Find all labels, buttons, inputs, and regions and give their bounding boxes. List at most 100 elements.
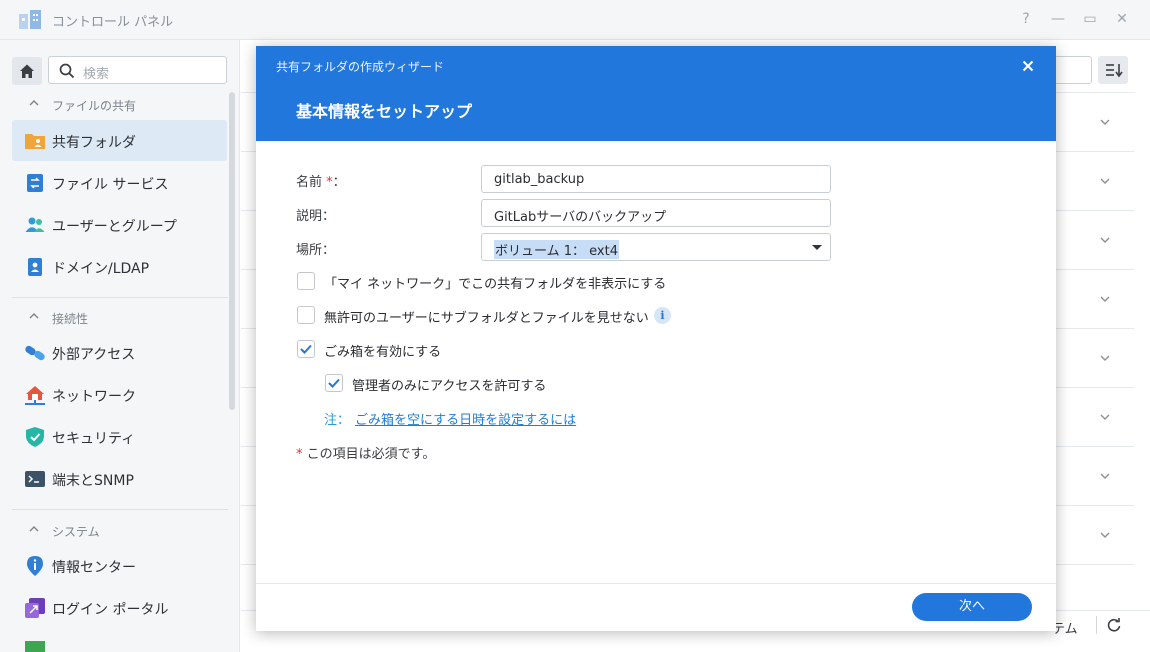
sidebar-divider xyxy=(12,297,228,298)
checkmark-icon xyxy=(300,344,312,354)
shared-folder-icon xyxy=(25,134,45,149)
description-field-value: GitLabサーバのバックアップ xyxy=(494,210,667,225)
section-label: ファイルの共有 xyxy=(52,99,137,113)
sidebar-item-terminal-snmp[interactable]: 端末とSNMP xyxy=(12,458,227,499)
sidebar-item-label: ネットワーク xyxy=(52,389,136,405)
info-icon[interactable]: i xyxy=(654,307,671,324)
required-note: * この項目は必須です。 xyxy=(296,443,435,462)
sidebar-item-label: ファイル サービス xyxy=(52,177,169,193)
home-icon xyxy=(20,64,34,78)
window-titlebar: コントロール パネル ? — ▭ ✕ xyxy=(0,0,1150,40)
admin-only-access-label: 管理者のみにアクセスを許可する xyxy=(352,379,547,394)
sidebar-item-label: ドメイン/LDAP xyxy=(52,261,150,277)
search-icon xyxy=(59,63,75,79)
hide-in-network-checkbox[interactable] xyxy=(297,272,315,290)
location-select-value: ボリューム 1： ext4 xyxy=(494,240,619,259)
maximize-icon[interactable]: ▭ xyxy=(1082,11,1098,27)
background-filter-input[interactable] xyxy=(1050,56,1092,84)
sidebar-item-security[interactable]: セキュリティ xyxy=(12,416,227,457)
sort-icon xyxy=(1106,64,1123,78)
terminal-icon xyxy=(25,471,45,487)
sidebar-item-label: 外部アクセス xyxy=(52,347,136,363)
chevron-up-icon xyxy=(29,100,39,106)
name-label-text: 名前 xyxy=(296,175,323,190)
required-mark: * xyxy=(296,447,303,462)
dropdown-caret-icon xyxy=(812,245,822,250)
login-portal-icon xyxy=(25,598,45,618)
location-select[interactable]: ボリューム 1： ext4 xyxy=(481,233,831,261)
section-label: 接続性 xyxy=(52,312,89,326)
help-icon[interactable]: ? xyxy=(1018,11,1034,27)
next-button[interactable]: 次へ xyxy=(912,593,1032,621)
search-placeholder: 検索 xyxy=(83,67,110,82)
checkmark-icon xyxy=(328,378,340,388)
partial-item-icon xyxy=(25,641,45,652)
sidebar-item-label: 情報センター xyxy=(52,560,136,576)
note-prefix: 注： xyxy=(324,413,351,428)
home-button[interactable] xyxy=(12,57,42,85)
sidebar-item-label: 端末とSNMP xyxy=(52,473,134,489)
wizard-step-title: 基本情報をセットアップ xyxy=(296,102,473,121)
sidebar-item-users-groups[interactable]: ユーザーとグループ xyxy=(12,204,227,245)
wizard-header: 共有フォルダの作成ウィザード 基本情報をセットアップ xyxy=(256,46,1056,141)
network-icon xyxy=(25,386,45,405)
sidebar-item-external-access[interactable]: 外部アクセス xyxy=(12,332,227,373)
hide-in-network-label: 「マイ ネットワーク」でこの共有フォルダを非表示にする xyxy=(324,277,667,292)
create-shared-folder-wizard: 共有フォルダの作成ウィザード 基本情報をセットアップ 名前 *： gitlab_… xyxy=(256,46,1056,631)
enable-recycle-bin-label: ごみ箱を有効にする xyxy=(324,345,442,360)
name-field-value: gitlab_backup xyxy=(494,172,585,187)
minimize-icon[interactable]: — xyxy=(1050,11,1066,27)
sort-button[interactable] xyxy=(1098,56,1128,84)
section-label: システム xyxy=(52,525,100,539)
users-groups-icon xyxy=(25,217,45,232)
sidebar-divider xyxy=(12,509,228,510)
sidebar-item-network[interactable]: ネットワーク xyxy=(12,374,227,415)
section-header-file-sharing[interactable]: ファイルの共有 xyxy=(12,94,228,116)
name-label: 名前 *： xyxy=(296,171,346,190)
name-label-colon: ： xyxy=(332,175,346,190)
required-note-text: この項目は必須です。 xyxy=(306,447,436,462)
sidebar-item-info-center[interactable]: 情報センター xyxy=(12,545,227,586)
description-label: 説明： xyxy=(296,209,336,224)
sidebar-item-login-portal[interactable]: ログイン ポータル xyxy=(12,587,227,628)
window-title: コントロール パネル xyxy=(52,15,174,30)
admin-only-access-checkbox[interactable] xyxy=(325,374,343,392)
info-center-icon xyxy=(27,556,43,576)
chevron-down-icon[interactable] xyxy=(1098,410,1112,424)
description-field[interactable]: GitLabサーバのバックアップ xyxy=(481,199,831,227)
sidebar-item-shared-folder[interactable]: 共有フォルダ xyxy=(12,120,227,161)
sidebar-item-label: ログイン ポータル xyxy=(52,602,169,618)
hide-subfolders-label: 無許可のユーザーにサブフォルダとファイルを見せない xyxy=(324,311,649,326)
chevron-down-icon[interactable] xyxy=(1098,528,1112,542)
chevron-down-icon[interactable] xyxy=(1098,115,1112,129)
chevron-down-icon[interactable] xyxy=(1098,233,1112,247)
footer-separator xyxy=(1096,616,1097,634)
section-header-system[interactable]: システム xyxy=(12,520,228,542)
sidebar-item-file-services[interactable]: ファイル サービス xyxy=(12,162,227,203)
search-input[interactable]: 検索 xyxy=(48,56,227,84)
section-header-connectivity[interactable]: 接続性 xyxy=(12,307,228,329)
sidebar: 検索 ファイルの共有 共有フォルダ ファイル サービス ユーザーとグループ ドメ… xyxy=(0,40,240,652)
external-access-icon xyxy=(25,345,45,361)
sidebar-item-label: セキュリティ xyxy=(52,431,136,447)
enable-recycle-bin-checkbox[interactable] xyxy=(297,340,315,358)
sidebar-item-domain-ldap[interactable]: ドメイン/LDAP xyxy=(12,246,227,287)
hide-subfolders-checkbox[interactable] xyxy=(297,306,315,324)
chevron-down-icon[interactable] xyxy=(1098,469,1112,483)
control-panel-app-icon xyxy=(19,10,41,29)
window-close-icon[interactable]: ✕ xyxy=(1114,11,1130,27)
name-field[interactable]: gitlab_backup xyxy=(481,165,831,193)
sidebar-scrollbar[interactable] xyxy=(229,92,235,410)
chevron-down-icon[interactable] xyxy=(1098,174,1112,188)
refresh-icon[interactable] xyxy=(1106,617,1122,633)
chevron-up-icon xyxy=(29,313,39,319)
location-label: 場所： xyxy=(296,243,336,258)
file-services-icon xyxy=(27,174,43,192)
wizard-footer-divider xyxy=(256,583,1056,584)
shield-icon xyxy=(26,427,44,447)
chevron-down-icon[interactable] xyxy=(1098,292,1112,306)
wizard-window-title: 共有フォルダの作成ウィザード xyxy=(276,60,445,74)
chevron-down-icon[interactable] xyxy=(1098,351,1112,365)
close-icon[interactable] xyxy=(1020,58,1036,74)
recycle-bin-schedule-link[interactable]: ごみ箱を空にする日時を設定するには xyxy=(355,409,576,428)
